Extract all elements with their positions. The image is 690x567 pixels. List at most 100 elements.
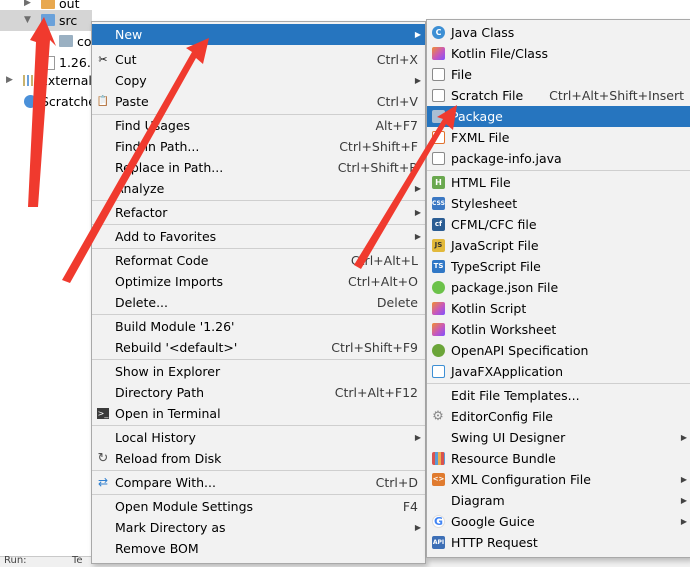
clipboard-icon: 📋 (96, 96, 110, 107)
menu-separator (92, 359, 425, 360)
context-menu: New ▶ ✂ Cut Ctrl+X Copy ▶ 📋 Paste Ctrl+V… (91, 21, 426, 564)
new-item-resource-bundle[interactable]: Resource Bundle (427, 448, 690, 469)
new-item-package-json[interactable]: package.json File (427, 277, 690, 298)
new-item-kotlin-file-class[interactable]: Kotlin File/Class (427, 43, 690, 64)
new-item-kotlin-worksheet[interactable]: Kotlin Worksheet (427, 319, 690, 340)
submenu-arrow-icon: ▶ (414, 232, 421, 241)
menu-separator (92, 494, 425, 495)
menu-item-find-in-path[interactable]: Find in Path... Ctrl+Shift+F (92, 136, 425, 157)
fxml-file-icon (432, 131, 445, 144)
new-item-diagram[interactable]: Diagram ▶ (427, 490, 690, 511)
tree-item-label: External (40, 73, 92, 88)
new-item-http-request[interactable]: API HTTP Request (427, 532, 690, 553)
new-item-kotlin-script[interactable]: Kotlin Script (427, 298, 690, 319)
kotlin-icon (432, 47, 445, 60)
new-item-file[interactable]: File (427, 64, 690, 85)
menu-item-build-module[interactable]: Build Module '1.26' (92, 316, 425, 337)
submenu-arrow-icon: ▶ (680, 475, 687, 484)
menu-item-remove-bom[interactable]: Remove BOM (92, 538, 425, 559)
menu-item-reload-from-disk[interactable]: ↻ Reload from Disk (92, 448, 425, 469)
google-icon: G (432, 515, 445, 528)
new-item-html-file[interactable]: H HTML File (427, 172, 690, 193)
tree-item-label: Scratche (41, 94, 92, 109)
menu-separator (92, 200, 425, 201)
tree-item-src[interactable]: ▼ src (0, 10, 92, 31)
menu-item-compare-with[interactable]: ⇄ Compare With... Ctrl+D (92, 472, 425, 493)
submenu-arrow-icon: ▶ (414, 523, 421, 532)
new-item-xml-configuration[interactable]: <> XML Configuration File ▶ (427, 469, 690, 490)
reload-icon: ↻ (97, 451, 109, 466)
new-item-package-info[interactable]: package-info.java (427, 148, 690, 169)
menu-item-add-to-favorites[interactable]: Add to Favorites ▶ (92, 226, 425, 247)
menu-item-directory-path[interactable]: Directory Path Ctrl+Alt+F12 (92, 382, 425, 403)
new-item-swing-ui-designer[interactable]: Swing UI Designer ▶ (427, 427, 690, 448)
menu-item-mark-directory-as[interactable]: Mark Directory as ▶ (92, 517, 425, 538)
new-item-google-guice[interactable]: G Google Guice ▶ (427, 511, 690, 532)
new-item-fxml-file[interactable]: FXML File (427, 127, 690, 148)
cfml-icon: cf (432, 218, 445, 231)
menu-item-find-usages[interactable]: Find Usages Alt+F7 (92, 115, 425, 136)
compare-icon: ⇄ (97, 475, 109, 489)
html-icon: H (432, 176, 445, 189)
new-item-stylesheet[interactable]: CSS Stylesheet (427, 193, 690, 214)
new-item-javascript-file[interactable]: JS JavaScript File (427, 235, 690, 256)
menu-separator (92, 425, 425, 426)
css-icon: CSS (432, 197, 445, 210)
submenu-arrow-icon: ▶ (680, 433, 687, 442)
new-item-java-class[interactable]: C Java Class (427, 22, 690, 43)
run-tab-label[interactable]: Run: (4, 555, 27, 566)
new-item-cfml-file[interactable]: cf CFML/CFC file (427, 214, 690, 235)
submenu-arrow-icon: ▶ (680, 496, 687, 505)
menu-separator (427, 383, 690, 384)
menu-item-open-module-settings[interactable]: Open Module Settings F4 (92, 496, 425, 517)
menu-item-optimize-imports[interactable]: Optimize Imports Ctrl+Alt+O (92, 271, 425, 292)
new-item-typescript-file[interactable]: TS TypeScript File (427, 256, 690, 277)
menu-item-paste[interactable]: 📋 Paste Ctrl+V (92, 91, 425, 112)
file-icon (43, 56, 55, 70)
typescript-icon: TS (432, 260, 445, 273)
gear-icon: ⚙ (432, 409, 444, 424)
chevron-right-icon[interactable]: ▶ (6, 70, 13, 91)
submenu-arrow-icon: ▶ (414, 76, 421, 85)
new-item-edit-file-templates[interactable]: Edit File Templates... (427, 385, 690, 406)
tree-item-label: co (77, 34, 92, 49)
new-item-openapi[interactable]: OpenAPI Specification (427, 340, 690, 361)
menu-item-delete[interactable]: Delete... Delete (92, 292, 425, 313)
resource-bundle-icon (432, 452, 445, 465)
java-class-icon: C (432, 26, 445, 39)
file-icon (432, 68, 445, 81)
menu-item-analyze[interactable]: Analyze ▶ (92, 178, 425, 199)
menu-item-cut[interactable]: ✂ Cut Ctrl+X (92, 49, 425, 70)
tool-tab-label[interactable]: Te (72, 555, 83, 566)
menu-item-open-in-terminal[interactable]: >_ Open in Terminal (92, 403, 425, 424)
menu-item-refactor[interactable]: Refactor ▶ (92, 202, 425, 223)
tree-item-label: src (59, 13, 78, 28)
terminal-icon: >_ (97, 408, 109, 419)
menu-item-new[interactable]: New ▶ (92, 24, 425, 45)
submenu-arrow-icon: ▶ (414, 208, 421, 217)
kotlin-script-icon (432, 302, 445, 315)
submenu-arrow-icon: ▶ (414, 30, 421, 39)
package-icon (59, 35, 73, 47)
folder-icon (41, 0, 55, 9)
menu-item-replace-in-path[interactable]: Replace in Path... Ctrl+Shift+R (92, 157, 425, 178)
javafx-icon (432, 365, 445, 378)
chevron-down-icon[interactable]: ▼ (24, 10, 31, 31)
menu-item-show-in-explorer[interactable]: Show in Explorer (92, 361, 425, 382)
menu-item-rebuild[interactable]: Rebuild '<default>' Ctrl+Shift+F9 (92, 337, 425, 358)
new-item-javafx[interactable]: JavaFXApplication (427, 361, 690, 382)
kotlin-worksheet-icon (432, 323, 445, 336)
menu-item-local-history[interactable]: Local History ▶ (92, 427, 425, 448)
menu-item-reformat-code[interactable]: Reformat Code Ctrl+Alt+L (92, 250, 425, 271)
scratches-icon (24, 95, 37, 108)
new-item-scratch-file[interactable]: Scratch File Ctrl+Alt+Shift+Insert (427, 85, 690, 106)
new-item-editorconfig[interactable]: ⚙ EditorConfig File (427, 406, 690, 427)
new-item-package[interactable]: Package (427, 106, 690, 127)
menu-separator (92, 224, 425, 225)
source-folder-icon (41, 14, 55, 26)
submenu-arrow-icon: ▶ (414, 184, 421, 193)
package-icon (432, 110, 445, 123)
xml-icon: <> (432, 473, 445, 486)
new-submenu: C Java Class Kotlin File/Class File Scra… (426, 19, 690, 558)
menu-item-copy[interactable]: Copy ▶ (92, 70, 425, 91)
